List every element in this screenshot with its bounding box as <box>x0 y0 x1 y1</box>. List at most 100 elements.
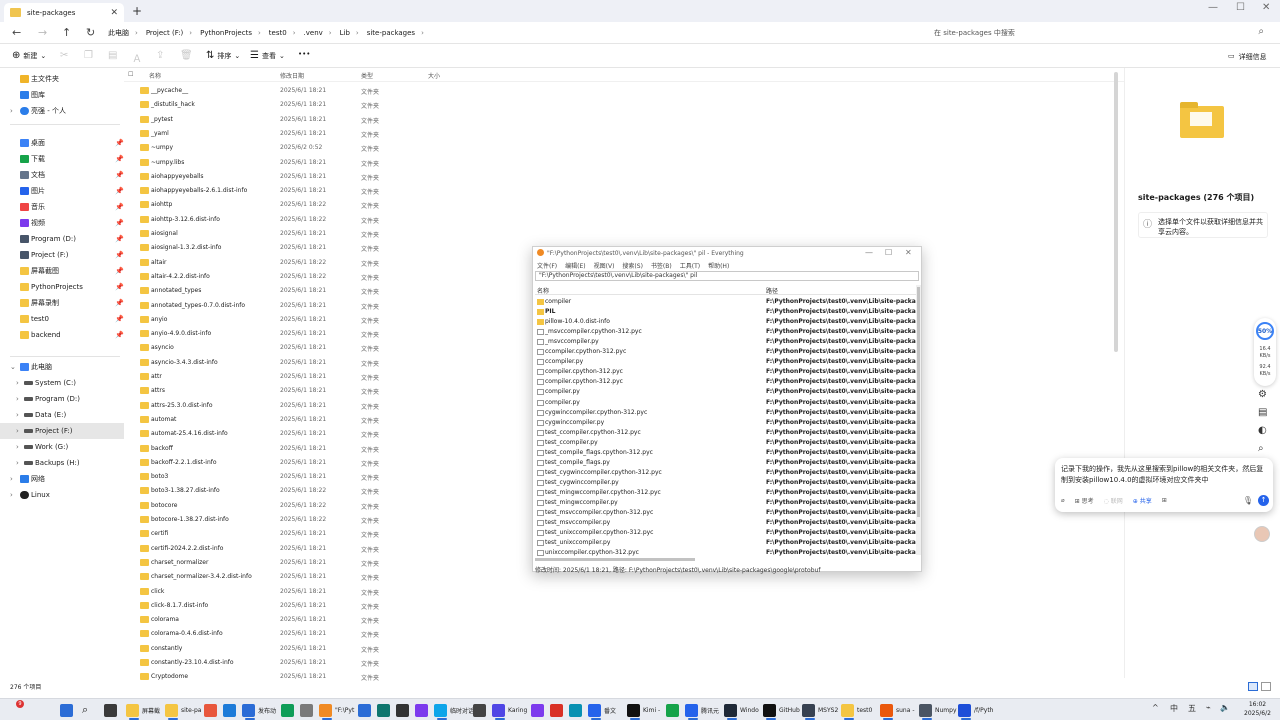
taskbar-app[interactable] <box>204 702 217 718</box>
sidebar-item-quick[interactable]: 音乐 📌 <box>0 199 124 215</box>
search-input[interactable]: 在 site-packages 中搜索 ⌕ <box>928 24 1272 42</box>
clock[interactable]: 16:02 2025/6/2 <box>1244 700 1271 718</box>
table-row[interactable]: __pycache__ 2025/6/1 18:21 文件夹 <box>136 84 476 98</box>
list-item[interactable]: test_mingwccompiler.py F:\PythonProjects\… <box>535 498 917 508</box>
taskbar-app[interactable]: Karing <box>492 702 527 720</box>
ime-mode-label[interactable]: 五 <box>1188 703 1196 714</box>
sidebar-item-quick[interactable]: 屏幕录制 📌 <box>0 295 124 311</box>
table-row[interactable]: altair-4.2.2.dist-info 2025/6/1 18:22 文件夹 <box>136 270 476 284</box>
everything-search-input[interactable]: "F:\PythonProjects\test0\.venv\Lib\site-… <box>535 271 919 281</box>
table-row[interactable]: certifi-2024.2.2.dist-info 2025/6/1 18:21… <box>136 542 476 556</box>
close-window-button[interactable]: ✕ <box>1262 2 1270 13</box>
menu-help[interactable]: 帮助(H) <box>708 261 729 270</box>
table-row[interactable]: charset_normalizer 2025/6/1 18:21 文件夹 <box>136 556 476 570</box>
sidebar-item-quick[interactable]: 图片 📌 <box>0 183 124 199</box>
minimize-button[interactable]: — <box>1208 2 1218 13</box>
sidebar-item-onedrive[interactable]: › 亮强 - 个人 <box>0 103 124 119</box>
list-item[interactable]: test_msvccompiler.cpython-312.pyc F:\Pyth… <box>535 508 917 518</box>
close-tab-icon[interactable]: ✕ <box>110 8 118 18</box>
pin-icon[interactable]: 📌 <box>115 235 124 243</box>
taskbar-app[interactable]: test0 <box>841 702 872 720</box>
task-view-button[interactable] <box>104 702 117 718</box>
table-row[interactable]: colorama-0.4.6.dist-info 2025/6/1 18:21 文件… <box>136 627 476 641</box>
view-button[interactable]: ☰ 查看 ⌄ <box>250 50 285 61</box>
sidebar-item-quick[interactable]: 屏幕截图 📌 <box>0 263 124 279</box>
sidebar-item-drive[interactable]: › Data (E:) <box>0 407 124 423</box>
table-row[interactable]: backoff-2.2.1.dist-info 2025/6/1 18:21 文件夹 <box>136 456 476 470</box>
copy-button[interactable]: ❐ <box>84 50 93 61</box>
chevron-right-icon[interactable]: › <box>10 491 13 499</box>
taskbar-app[interactable] <box>358 702 371 718</box>
share-button[interactable]: ⊕ 共享 <box>1133 496 1152 505</box>
table-row[interactable]: botocore 2025/6/1 18:22 文件夹 <box>136 499 476 513</box>
list-item[interactable]: test_unixccompiler.py F:\PythonProjects\t… <box>535 538 917 548</box>
list-item[interactable]: test_unixccompiler.cpython-312.pyc F:\Pyt… <box>535 528 917 538</box>
breadcrumb-site-packages[interactable]: site-packages <box>367 29 415 37</box>
sidebar-item-quick[interactable]: 文档 📌 <box>0 167 124 183</box>
microphone-icon[interactable]: 🎙 <box>1243 496 1253 505</box>
column-header-name[interactable]: 名称 <box>537 286 549 295</box>
taskbar-app[interactable]: MSYS2 <box>802 702 838 720</box>
list-item[interactable]: test_mingwccompiler.cpython-312.pyc F:\Py… <box>535 488 917 498</box>
table-row[interactable]: certifi 2025/6/1 18:21 文件夹 <box>136 527 476 541</box>
list-item[interactable]: compiler.py F:\PythonProjects\test0\.venv… <box>535 387 917 397</box>
search-button[interactable]: ⌕ <box>82 702 88 718</box>
menu-bookmarks[interactable]: 书签(B) <box>651 261 672 270</box>
taskbar-app[interactable]: /f/Pyth <box>958 702 993 720</box>
pin-icon[interactable]: 📌 <box>115 315 124 323</box>
attach-icon[interactable]: ⌀ <box>1061 497 1065 504</box>
sidebar-item-quick[interactable]: Project (F:) 📌 <box>0 247 124 263</box>
list-item[interactable]: compiler.py F:\PythonProjects\test0\.venv… <box>535 398 917 408</box>
table-row[interactable]: asyncio-3.4.3.dist-info 2025/6/1 18:21 文件夹 <box>136 356 476 370</box>
table-row[interactable]: Cryptodome 2025/6/1 18:21 文件夹 <box>136 670 476 684</box>
breadcrumb-this-pc[interactable]: 此电脑 <box>108 28 129 38</box>
sort-button[interactable]: ⇅ 排序 ⌄ <box>206 50 240 61</box>
chevron-down-icon[interactable]: ⌄ <box>10 363 16 371</box>
everything-horizontal-scrollbar[interactable] <box>535 557 915 562</box>
taskbar-app[interactable]: 临时对话 <box>434 702 474 720</box>
taskbar-app[interactable]: 腾讯元 <box>685 702 719 720</box>
table-row[interactable]: aiosignal 2025/6/1 18:21 文件夹 <box>136 227 476 241</box>
forward-button[interactable]: → <box>38 26 47 39</box>
sidebar-item-quick[interactable]: 桌面 📌 <box>0 135 124 151</box>
breadcrumb-lib[interactable]: Lib <box>340 29 350 37</box>
sidebar-item-quick[interactable]: 下载 📌 <box>0 151 124 167</box>
list-item[interactable]: test_compile_flags.py F:\PythonProjects\t… <box>535 458 917 468</box>
list-item[interactable]: cygwinccompiler.cpython-312.pyc F:\Python… <box>535 408 917 418</box>
sidebar-item-quick[interactable]: backend 📌 <box>0 327 124 343</box>
table-row[interactable]: attr 2025/6/1 18:21 文件夹 <box>136 370 476 384</box>
taskbar-app[interactable] <box>223 702 236 718</box>
taskbar-app[interactable] <box>531 702 544 718</box>
refresh-button[interactable]: ↻ <box>86 26 95 39</box>
taskbar-app[interactable] <box>666 702 679 718</box>
new-button[interactable]: ⊕ 新建 ⌄ <box>12 50 46 61</box>
table-row[interactable]: attrs-25.3.0.dist-info 2025/6/1 18:21 文件夹 <box>136 399 476 413</box>
table-row[interactable]: boto3-1.38.27.dist-info 2025/6/1 18:22 文件夹 <box>136 484 476 498</box>
chevron-right-icon[interactable]: › <box>16 427 19 435</box>
table-row[interactable]: annotated_types 2025/6/1 18:21 文件夹 <box>136 284 476 298</box>
table-row[interactable]: _distutils_hack 2025/6/1 18:21 文件夹 <box>136 98 476 112</box>
list-item[interactable]: pillow-10.4.0.dist-info F:\PythonProjects… <box>535 317 917 327</box>
list-item[interactable]: test_compile_flags.cpython-312.pyc F:\Pyt… <box>535 448 917 458</box>
share-button[interactable]: ⇪ <box>156 50 164 61</box>
chevron-right-icon[interactable]: › <box>16 395 19 403</box>
breadcrumb-test0[interactable]: test0 <box>269 29 287 37</box>
taskbar-app[interactable] <box>473 702 486 718</box>
taskbar-app[interactable] <box>550 702 563 718</box>
list-item[interactable]: ccompiler.py F:\PythonProjects\test0\.ven… <box>535 357 917 367</box>
list-item[interactable]: compiler F:\PythonProjects\test0\.venv\Li… <box>535 297 917 307</box>
maximize-button[interactable]: ☐ <box>885 248 892 257</box>
breadcrumb-project-f[interactable]: Project (F:) <box>146 29 183 37</box>
table-row[interactable]: aiohttp-3.12.6.dist-info 2025/6/1 18:22 文件… <box>136 213 476 227</box>
tiles-view-button[interactable] <box>1261 682 1271 691</box>
back-button[interactable]: ← <box>12 26 21 39</box>
taskbar-app[interactable]: GitHub <box>763 702 800 720</box>
maximize-button[interactable]: ☐ <box>1236 2 1245 13</box>
input-method-label[interactable]: 中 <box>1170 703 1178 714</box>
taskbar-app[interactable] <box>569 702 582 718</box>
table-row[interactable]: automat-25.4.16.dist-info 2025/6/1 18:21 文… <box>136 427 476 441</box>
sidebar-item-this-pc[interactable]: ⌄ 此电脑 <box>0 359 124 375</box>
list-item[interactable]: PIL F:\PythonProjects\test0\.venv\Lib\sit… <box>535 307 917 317</box>
avatar[interactable] <box>1254 526 1270 542</box>
table-row[interactable]: aiohappyeyeballs 2025/6/1 18:21 文件夹 <box>136 170 476 184</box>
